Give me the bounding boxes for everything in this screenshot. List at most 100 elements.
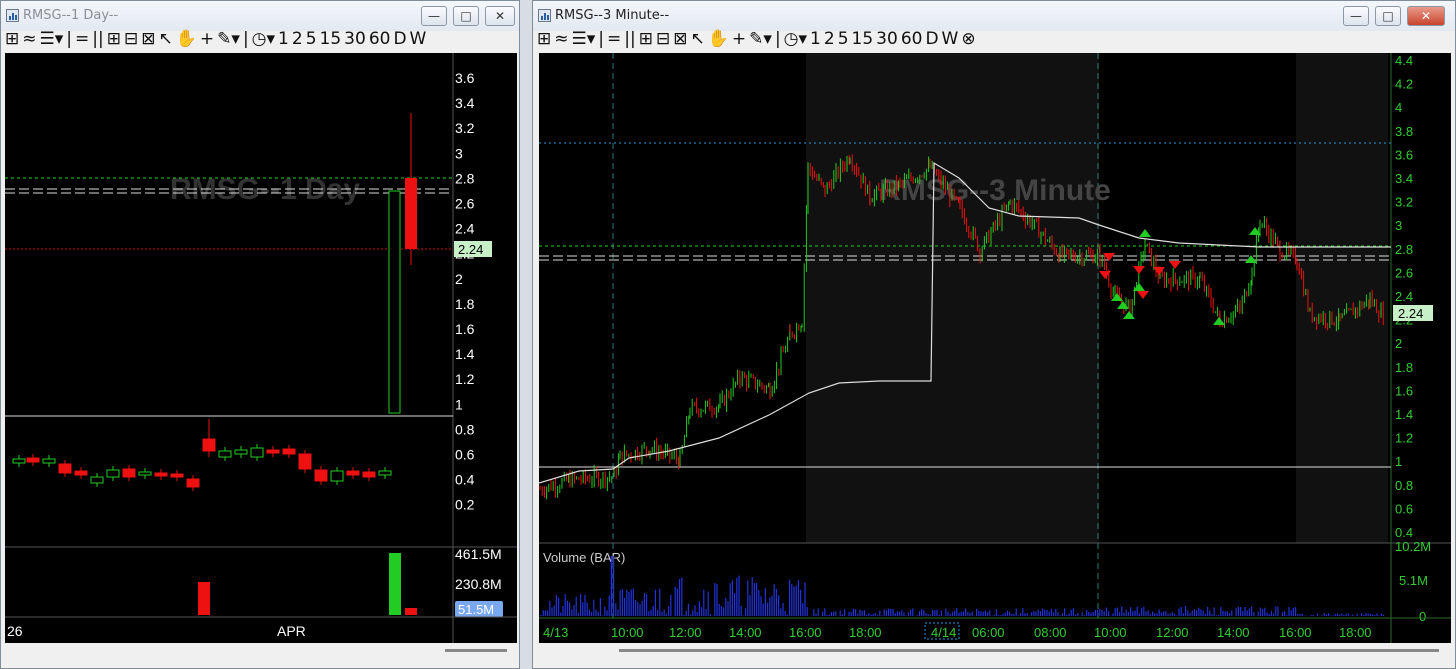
left-minimize-button[interactable]: — [421,6,447,26]
toolbar-button[interactable]: 1 [278,29,289,49]
daily-candle [234,449,248,455]
price-axis-tick: 3 [455,145,463,161]
price-axis-tick: 1.6 [455,321,475,337]
price-axis-tick: 0.4 [1395,525,1413,540]
left-maximize-button[interactable]: □ [453,6,479,26]
toolbar-button[interactable]: + [200,29,214,49]
volume-axis-tick: 0 [1419,609,1426,624]
price-axis-tick: 1.8 [1395,360,1413,375]
daily-candle [106,469,120,478]
toolbar-button[interactable]: + [732,29,746,49]
chart-app-icon [538,9,551,22]
toolbar-button[interactable]: ✎▾ [217,29,240,49]
after-hours-shading [1296,53,1388,543]
price-axis-tick: 3.4 [1395,171,1413,186]
daily-candle [186,478,200,488]
time-axis-label: 12:00 [1156,625,1189,640]
toolbar-button[interactable]: ✎▾ [749,29,772,49]
toolbar-button[interactable]: 5 [306,29,317,49]
left-close-button[interactable]: ✕ [485,6,515,26]
right-close-button[interactable]: ✕ [1407,6,1445,26]
toolbar-button[interactable]: 15 [320,29,342,49]
right-chart-area[interactable]: RMSG--3 Minute 4.4 4.2 4 3.8 3.6 3.4 3.2 3 2.8 2.6… [539,53,1451,643]
time-axis-label: 18:00 [849,625,882,640]
toolbar-button[interactable]: 30 [344,29,366,49]
toolbar-button[interactable]: 60 [369,29,391,49]
toolbar-button[interactable]: = [607,29,621,49]
right-horizontal-scrollbar[interactable] [539,644,1451,658]
price-axis-tick: 1.2 [1395,431,1413,446]
toolbar-button[interactable]: ✋ [708,29,729,49]
toolbar-button[interactable]: W [942,29,959,49]
buy-signal-arrow [1249,227,1261,235]
toolbar-button[interactable]: 60 [901,29,923,49]
price-axis-tick: 2.4 [1395,289,1413,304]
daily-candle [362,471,376,478]
time-axis-label: 10:00 [611,625,644,640]
toolbar-button[interactable]: | [66,29,72,49]
toolbar-button[interactable]: | [243,29,249,49]
toolbar-button[interactable]: 30 [876,29,898,49]
price-axis-tick: 0.6 [455,447,475,463]
toolbar-button[interactable]: || [92,29,103,49]
toolbar-button[interactable]: ⊗ [961,29,975,49]
toolbar-button[interactable]: ↖ [158,29,172,49]
toolbar-button[interactable]: W [410,29,427,49]
buy-signal-arrow [1123,311,1135,319]
price-axis-tick: 3 [1395,218,1402,233]
toolbar-button[interactable]: D [925,29,938,49]
toolbar-button[interactable]: 15 [852,29,874,49]
toolbar-button[interactable]: ☰▾ [40,29,64,49]
toolbar-button[interactable]: = [75,29,89,49]
toolbar-button[interactable]: ☰▾ [572,29,596,49]
time-axis-label: 14:00 [1217,625,1250,640]
toolbar-button[interactable]: ⊞ [5,29,19,49]
toolbar-button[interactable]: ≈ [554,29,568,49]
toolbar-button[interactable]: ⊞ [107,29,121,49]
toolbar-button[interactable]: ≈ [22,29,36,49]
right-toolbar: ⊞ ≈ ☰▾ | = || ⊞ ⊟ ⊠ ↖ ✋ + ✎▾ | ◷▾ 1 2 5 15 30 60 D W ⊗ [537,29,1455,51]
toolbar-button[interactable]: ◷▾ [252,29,275,49]
volume-bar [405,608,417,615]
toolbar-button[interactable]: ⊠ [673,29,687,49]
daily-candle [26,457,40,463]
toolbar-button[interactable]: | [598,29,604,49]
price-axis-tick: 2.8 [1395,242,1413,257]
daily-candle [12,458,26,464]
toolbar-button[interactable]: ↖ [690,29,704,49]
price-axis-tick: 2 [1395,336,1402,351]
daily-candle [122,468,136,478]
toolbar-button[interactable]: ⊟ [656,29,670,49]
right-chart-window: RMSG--3 Minute-- — □ ✕ ⊞ ≈ ☰▾ | = || ⊞ ⊟ ⊠ ↖ ✋ + ✎▾ |… [532,0,1456,669]
left-chart-area[interactable]: RMSG--1 Day3.63.43.232.82.62.42.221.81.6… [5,53,517,643]
price-axis-tick: 4.2 [1395,77,1413,92]
after-hours-shading [806,53,1099,543]
toolbar-button[interactable]: 2 [292,29,303,49]
price-axis-tick: 0.4 [455,472,475,488]
toolbar-button[interactable]: 2 [824,29,835,49]
volume-bar [389,553,401,615]
sell-signal-arrow [1133,266,1145,274]
price-axis-tick: 2.6 [1395,265,1413,280]
toolbar-button[interactable]: ⊞ [537,29,551,49]
right-title-bar[interactable]: RMSG--3 Minute-- — □ ✕ [533,1,1455,31]
toolbar-button[interactable]: 1 [810,29,821,49]
toolbar-button[interactable]: D [393,29,406,49]
toolbar-button[interactable]: ⊠ [141,29,155,49]
left-title-bar[interactable]: RMSG--1 Day-- — □ ✕ [1,1,519,31]
left-horizontal-scrollbar[interactable] [5,644,517,658]
price-axis-tick: 3.6 [455,70,475,86]
toolbar-button[interactable]: ⊟ [124,29,138,49]
right-minimize-button[interactable]: — [1343,6,1369,26]
right-maximize-button[interactable]: □ [1375,6,1401,26]
chart-watermark: RMSG--3 Minute [879,174,1111,207]
toolbar-button[interactable]: ✋ [176,29,197,49]
toolbar-button[interactable]: ⊞ [639,29,653,49]
toolbar-button[interactable]: 5 [838,29,849,49]
toolbar-button[interactable]: ◷▾ [784,29,807,49]
left-toolbar: ⊞ ≈ ☰▾ | = || ⊞ ⊟ ⊠ ↖ ✋ + ✎▾ | ◷▾ 1 2 5 15 30 60 D W [5,29,519,51]
toolbar-button[interactable]: | [775,29,781,49]
daily-candle [154,472,168,477]
price-axis-tick: 3.2 [455,120,475,136]
toolbar-button[interactable]: || [624,29,635,49]
